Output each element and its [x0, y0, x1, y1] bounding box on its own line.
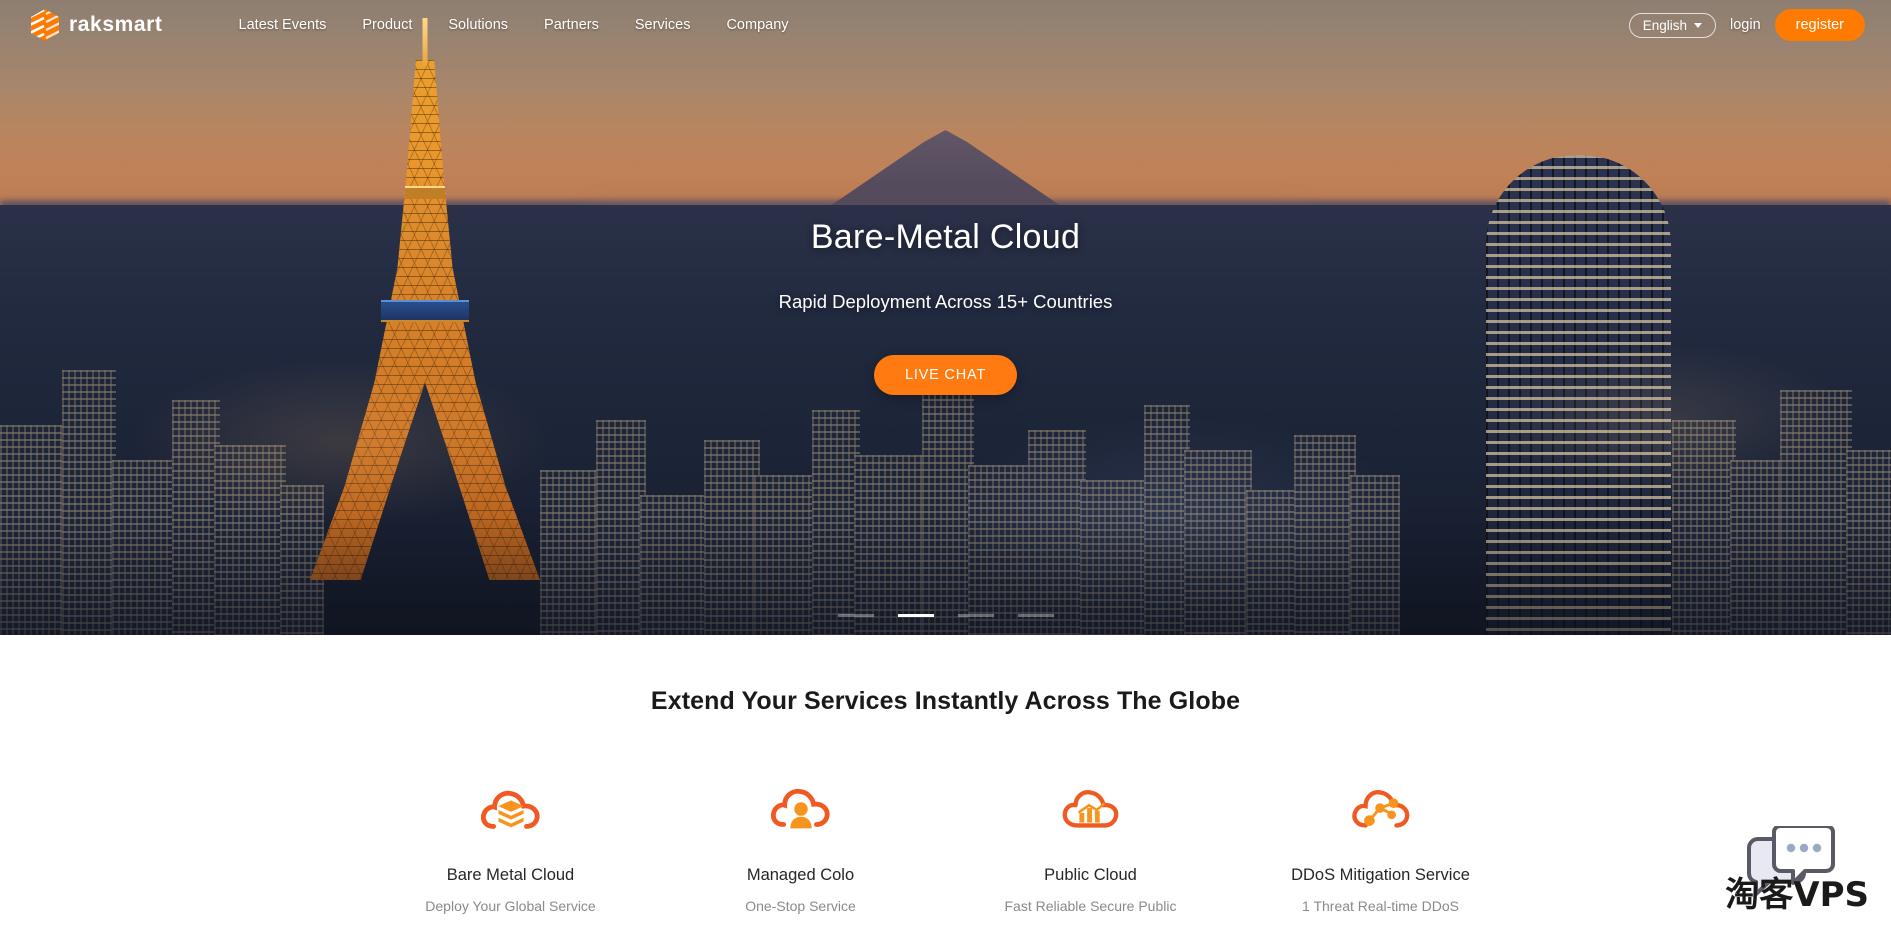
nav-item-solutions[interactable]: Solutions [430, 17, 526, 33]
service-card-managed-colo[interactable]: Managed Colo One-Stop Service [656, 778, 946, 914]
chat-bubbles-icon [1747, 824, 1835, 896]
service-card-bare-metal-cloud[interactable]: Bare Metal Cloud Deploy Your Global Serv… [366, 778, 656, 914]
carousel-dot-3[interactable] [957, 614, 994, 617]
carousel-dot-2[interactable] [897, 614, 934, 617]
services-row: Bare Metal Cloud Deploy Your Global Serv… [0, 778, 1891, 914]
service-card-ddos-mitigation-service[interactable]: DDoS Mitigation Service 1 Threat Real-ti… [1236, 778, 1526, 914]
service-desc: Deploy Your Global Service [425, 898, 596, 914]
logo-text: raksmart [69, 13, 163, 36]
cloud-server-stack-icon [366, 778, 656, 842]
nav-item-latest-events[interactable]: Latest Events [221, 17, 345, 33]
header-actions: English login register [1628, 9, 1865, 41]
language-label: English [1642, 17, 1687, 33]
cloud-bar-chart-icon [946, 778, 1236, 842]
services-section: Extend Your Services Instantly Across Th… [0, 635, 1891, 914]
service-label: Bare Metal Cloud [446, 866, 575, 884]
nav-item-partners[interactable]: Partners [526, 17, 617, 33]
section-heading: Extend Your Services Instantly Across Th… [650, 687, 1241, 715]
carousel-dot-4[interactable] [1017, 614, 1054, 617]
cloud-network-nodes-icon [1236, 778, 1526, 842]
nav-item-company[interactable]: Company [708, 17, 806, 33]
chat-widget-button[interactable] [1743, 824, 1839, 908]
service-desc: One-Stop Service [745, 898, 856, 914]
nav-item-services[interactable]: Services [617, 17, 709, 33]
service-label: Public Cloud [1044, 866, 1137, 884]
main-nav: Latest Events Product Solutions Partners… [221, 17, 807, 33]
hero-banner: raksmart Latest Events Product Solutions… [0, 0, 1891, 635]
raksmart-hexagon-logo-icon [30, 9, 60, 41]
login-link[interactable]: login [1730, 17, 1761, 33]
chevron-down-icon [1694, 22, 1702, 28]
hero-bottom-fade [0, 515, 1891, 635]
hero-title: Bare-Metal Cloud [810, 218, 1081, 256]
service-desc: 1 Threat Real-time DDoS [1302, 898, 1459, 914]
service-desc: Fast Reliable Secure Public [1004, 898, 1177, 914]
site-header: raksmart Latest Events Product Solutions… [0, 0, 1891, 50]
cloud-managed-person-icon [656, 778, 946, 842]
service-label: Managed Colo [746, 866, 855, 884]
carousel-indicators [837, 614, 1054, 617]
hero-content: Bare-Metal Cloud Rapid Deployment Across… [0, 218, 1891, 395]
nav-item-product[interactable]: Product [344, 17, 430, 33]
hero-subtitle: Rapid Deployment Across 15+ Countries [778, 291, 1113, 312]
carousel-dot-1[interactable] [837, 614, 874, 617]
service-card-public-cloud[interactable]: Public Cloud Fast Reliable Secure Public [946, 778, 1236, 914]
register-button[interactable]: register [1774, 9, 1865, 41]
logo[interactable]: raksmart [30, 9, 163, 41]
service-label: DDoS Mitigation Service [1291, 866, 1470, 884]
live-chat-button[interactable]: LIVE CHAT [873, 355, 1018, 395]
language-selector[interactable]: English [1628, 12, 1716, 38]
